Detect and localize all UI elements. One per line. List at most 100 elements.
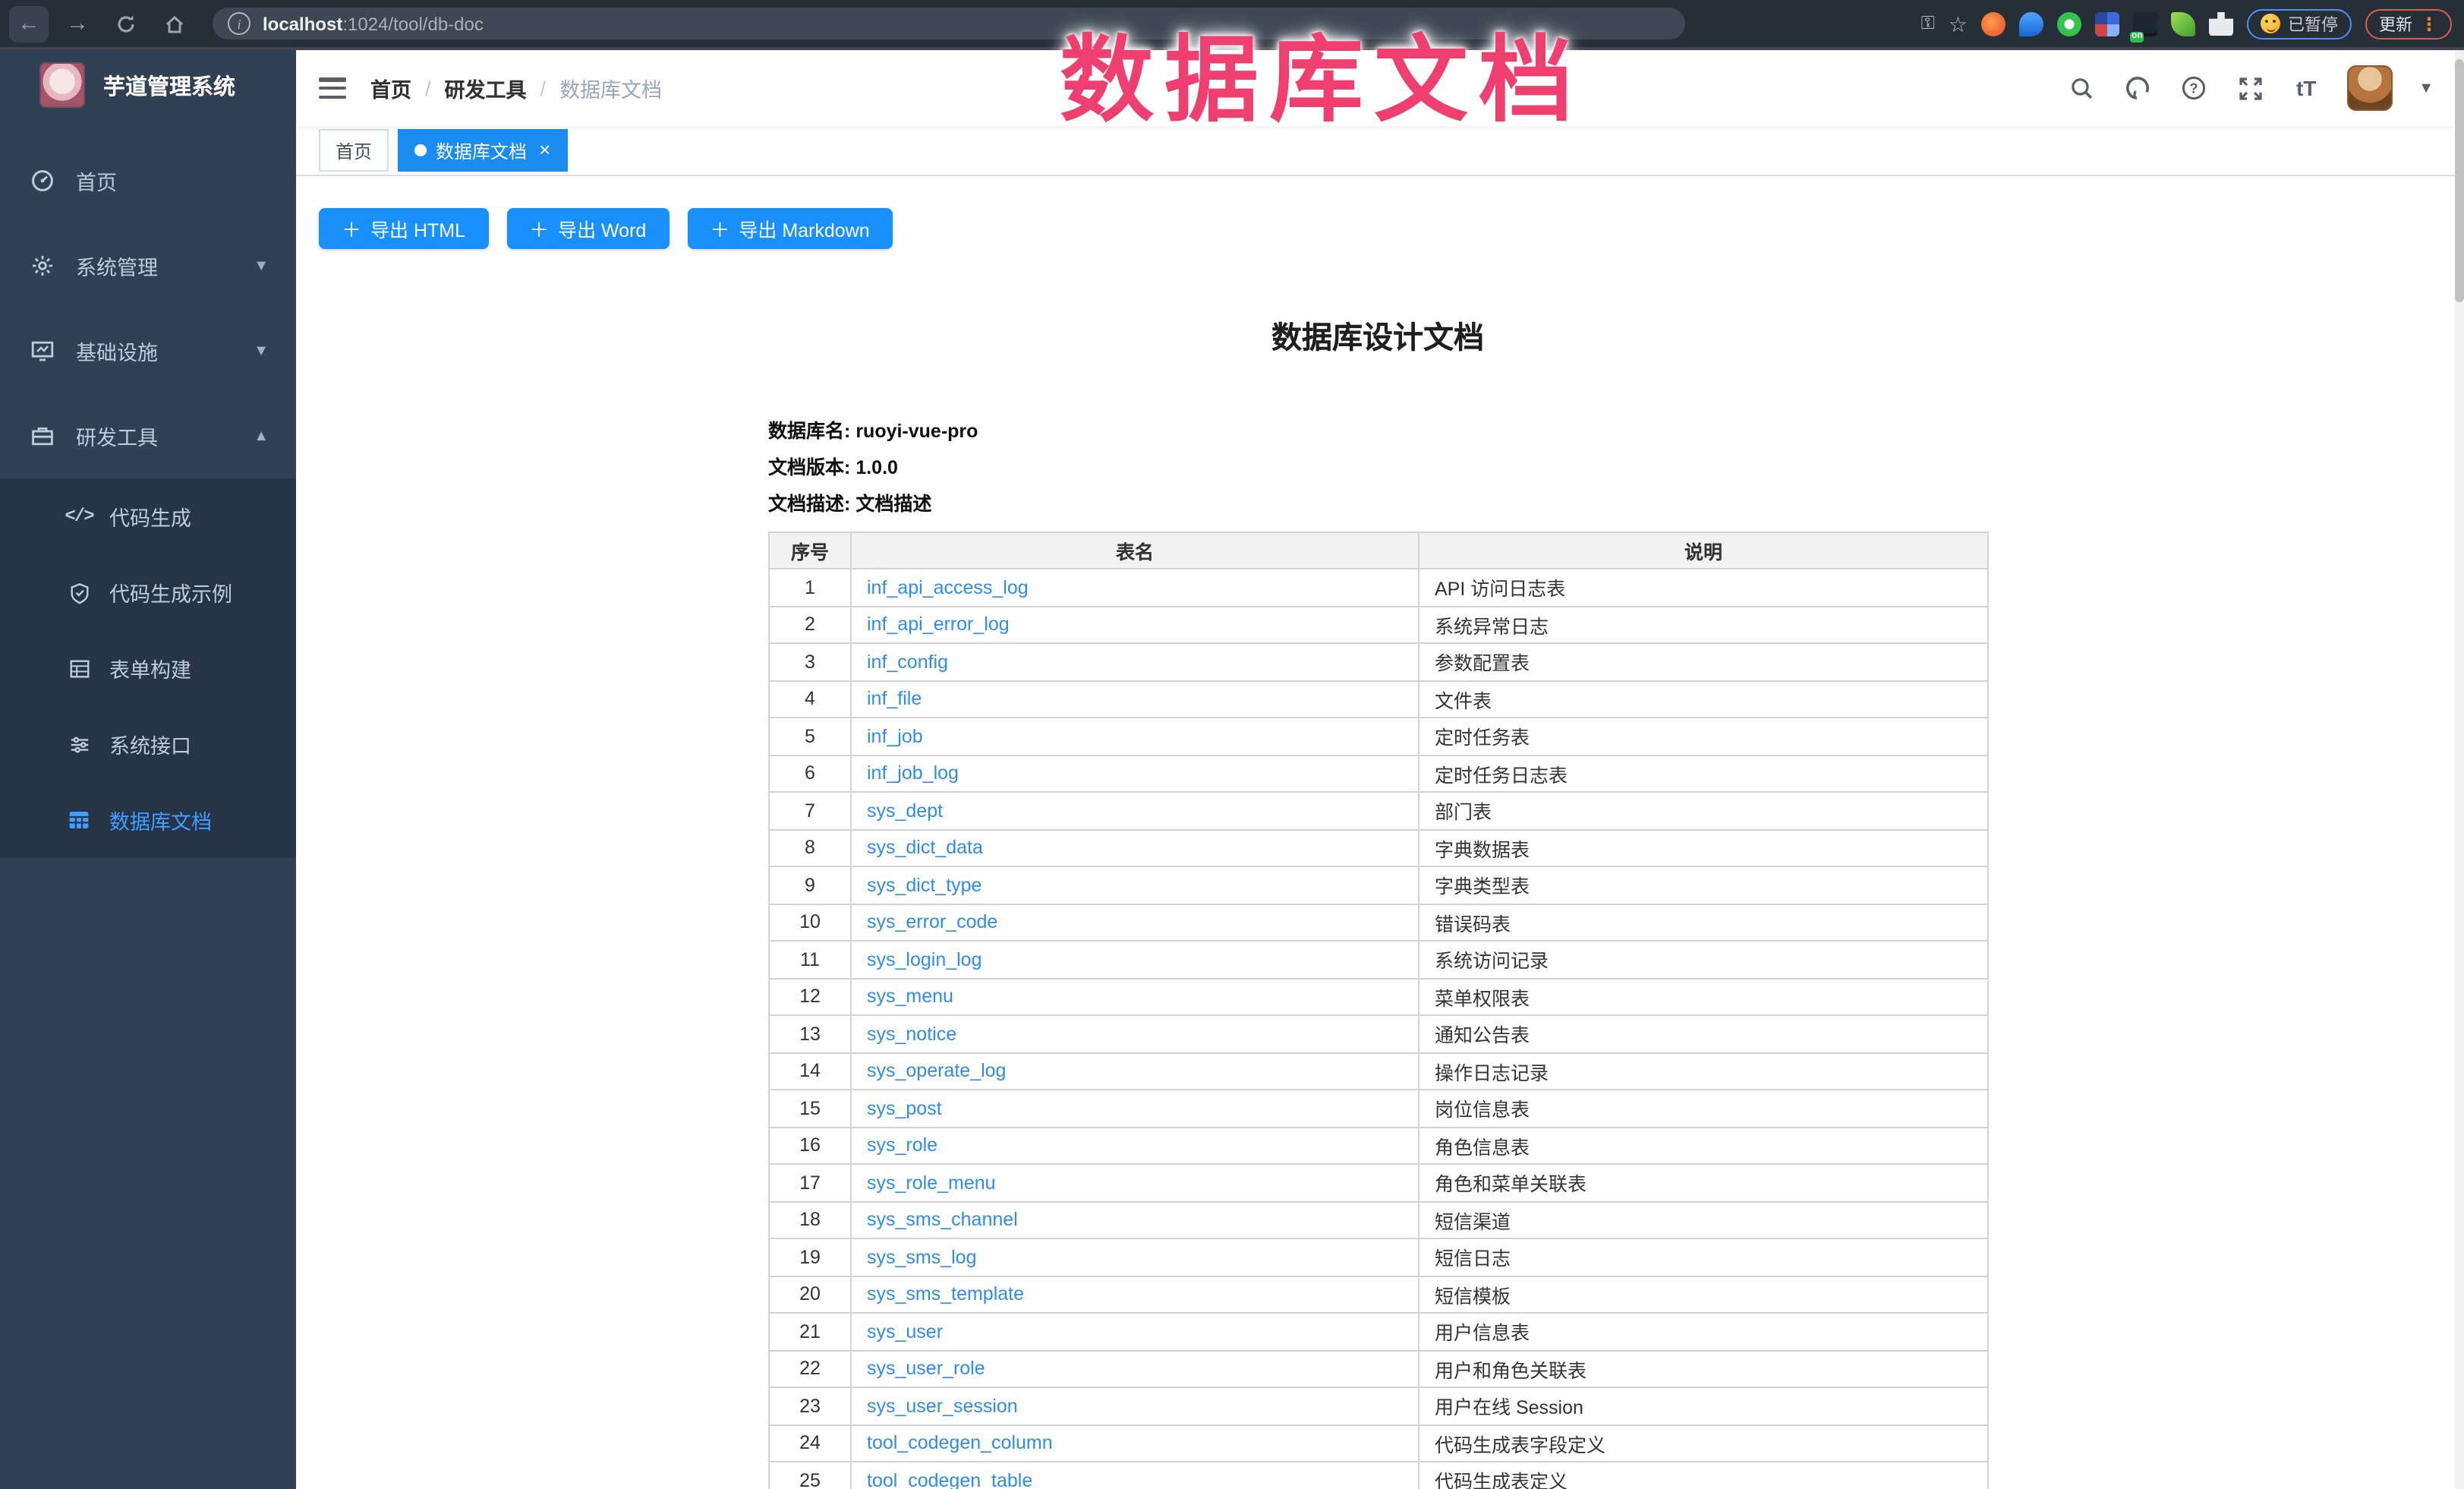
sidebar-item-system[interactable]: 系统管理 ▼	[0, 223, 296, 308]
extension-icon[interactable]	[2095, 11, 2119, 36]
table-row: 9 sys_dict_type 字典类型表	[769, 866, 1988, 904]
browser-forward-icon[interactable]: →	[58, 5, 97, 42]
table-link[interactable]: sys_dept	[867, 800, 943, 822]
extension-icon[interactable]: on	[2133, 11, 2157, 36]
table-link[interactable]: sys_dict_type	[867, 875, 982, 896]
bookmark-star-icon[interactable]: ☆	[1949, 11, 1968, 36]
browser-reload-icon[interactable]	[106, 5, 146, 42]
breadcrumb-devtools[interactable]: 研发工具	[445, 73, 527, 103]
tab-db-doc[interactable]: 数据库文档 ×	[398, 129, 567, 172]
table-link[interactable]: inf_job_log	[867, 763, 959, 784]
chrome-update-button[interactable]: 更新 ⋮	[2365, 8, 2452, 39]
table-link[interactable]: sys_sms_channel	[867, 1210, 1018, 1231]
sidebar-item-infra[interactable]: 基础设施 ▼	[0, 308, 296, 393]
table-link[interactable]: sys_menu	[867, 986, 953, 1008]
table-row: 19 sys_sms_log 短信日志	[769, 1238, 1988, 1276]
browser-menu-icon[interactable]: ⋮	[2420, 16, 2438, 31]
chevron-down-icon[interactable]: ▼	[2418, 80, 2434, 96]
row-number: 18	[769, 1201, 851, 1238]
table-link[interactable]: sys_sms_log	[867, 1247, 977, 1268]
font-size-icon[interactable]: tT	[2291, 73, 2321, 103]
table-row: 14 sys_operate_log 操作日志记录	[769, 1052, 1988, 1090]
site-info-icon[interactable]: i	[228, 12, 250, 35]
db-document: 数据库设计文档 数据库名: ruoyi-vue-pro 文档版本: 1.0.0 …	[768, 282, 1987, 1489]
table-link[interactable]: inf_job	[867, 726, 923, 747]
table-link[interactable]: sys_user_role	[867, 1358, 985, 1380]
row-description: 字典数据表	[1419, 829, 1988, 866]
scrollbar-thumb[interactable]	[2455, 59, 2464, 302]
close-tab-icon[interactable]: ×	[539, 141, 550, 159]
logo-link[interactable]: 芋道管理系统	[0, 50, 296, 120]
table-row: 6 inf_job_log 定时任务日志表	[769, 755, 1988, 792]
table-link[interactable]: sys_error_code	[867, 912, 997, 933]
sidebar-item-system-api[interactable]: 系统接口	[0, 706, 296, 782]
table-link[interactable]: sys_notice	[867, 1024, 956, 1045]
table-link[interactable]: inf_config	[867, 651, 948, 673]
table-link[interactable]: sys_post	[867, 1098, 942, 1119]
row-description: 角色信息表	[1419, 1127, 1988, 1164]
row-description: 岗位信息表	[1419, 1090, 1988, 1127]
table-link[interactable]: sys_dict_data	[867, 838, 983, 859]
table-link[interactable]: sys_user_session	[867, 1396, 1018, 1417]
sidebar-item-codegen[interactable]: </> 代码生成	[0, 478, 296, 554]
table-row: 5 inf_job 定时任务表	[769, 718, 1988, 755]
export-markdown-button[interactable]: ＋ 导出 Markdown	[687, 208, 892, 249]
password-key-icon[interactable]: ⚿	[1921, 12, 1935, 35]
extension-icon[interactable]	[2057, 11, 2081, 36]
browser-home-icon[interactable]	[155, 5, 194, 42]
table-row: 12 sys_menu 菜单权限表	[769, 978, 1988, 1015]
table-link[interactable]: sys_login_log	[867, 949, 982, 970]
breadcrumb-home[interactable]: 首页	[370, 73, 411, 103]
table-row: 8 sys_dict_data 字典数据表	[769, 829, 1988, 866]
svg-text:?: ?	[2190, 80, 2198, 96]
row-description: 用户和角色关联表	[1419, 1350, 1988, 1387]
sidebar-item-codegen-demo[interactable]: 代码生成示例	[0, 554, 296, 630]
profile-paused-badge[interactable]: 已暂停	[2247, 8, 2352, 39]
tables-overview-table: 序号 表名 说明 1 inf_api_access_log API 访问日志表	[768, 532, 1989, 1489]
row-number: 10	[769, 904, 851, 941]
extension-puzzle-icon[interactable]	[2209, 11, 2233, 36]
sidebar-item-db-doc[interactable]: 数据库文档	[0, 782, 296, 858]
doc-desc-value: 文档描述	[855, 494, 931, 515]
row-description: 菜单权限表	[1419, 978, 1988, 1015]
page-scrollbar[interactable]	[2455, 50, 2464, 1489]
fullscreen-icon[interactable]	[2235, 73, 2265, 103]
table-link[interactable]: tool_codegen_column	[867, 1433, 1053, 1454]
row-description: 代码生成表字段定义	[1419, 1424, 1988, 1462]
table-link[interactable]: inf_api_error_log	[867, 614, 1010, 636]
sidebar-item-home[interactable]: 首页	[0, 138, 296, 223]
table-link[interactable]: sys_sms_template	[867, 1284, 1024, 1305]
tags-view-bar: 首页 数据库文档 ×	[296, 126, 2455, 176]
plus-icon: ＋	[529, 214, 549, 243]
extension-icon[interactable]	[1981, 11, 2006, 36]
table-link[interactable]: sys_role_menu	[867, 1172, 996, 1194]
collapse-sidebar-icon[interactable]	[319, 77, 346, 99]
table-row: 11 sys_login_log 系统访问记录	[769, 941, 1988, 978]
table-link[interactable]: inf_api_access_log	[867, 577, 1029, 598]
avatar[interactable]	[2347, 65, 2393, 111]
table-link[interactable]: inf_file	[867, 689, 922, 710]
address-bar[interactable]: i localhost:1024/tool/db-doc	[213, 8, 1685, 39]
col-header-name: 表名	[851, 532, 1419, 569]
search-icon[interactable]	[2066, 73, 2097, 103]
table-link[interactable]: sys_operate_log	[867, 1061, 1006, 1082]
help-icon[interactable]: ?	[2179, 73, 2209, 103]
table-link[interactable]: sys_role	[867, 1135, 937, 1156]
browser-back-icon[interactable]: ←	[9, 5, 49, 42]
export-word-button[interactable]: ＋ 导出 Word	[506, 208, 669, 249]
sidebar-item-devtools[interactable]: 研发工具 ▲	[0, 393, 296, 478]
export-html-button[interactable]: ＋ 导出 HTML	[319, 208, 488, 249]
extension-icon[interactable]	[2019, 11, 2043, 36]
tab-home[interactable]: 首页	[319, 129, 389, 172]
row-number: 9	[769, 866, 851, 904]
extension-icon[interactable]	[2171, 11, 2195, 36]
table-link[interactable]: tool_codegen_table	[867, 1470, 1032, 1489]
table-link[interactable]: sys_user	[867, 1321, 943, 1342]
table-row: 10 sys_error_code 错误码表	[769, 904, 1988, 941]
table-row: 23 sys_user_session 用户在线 Session	[769, 1387, 1988, 1424]
row-number: 14	[769, 1052, 851, 1090]
sidebar-submenu-devtools: </> 代码生成 代码生成示例 表单构建	[0, 478, 296, 858]
db-name-value: ruoyi-vue-pro	[855, 421, 978, 442]
sidebar-item-form-builder[interactable]: 表单构建	[0, 630, 296, 706]
github-icon[interactable]	[2122, 73, 2153, 103]
